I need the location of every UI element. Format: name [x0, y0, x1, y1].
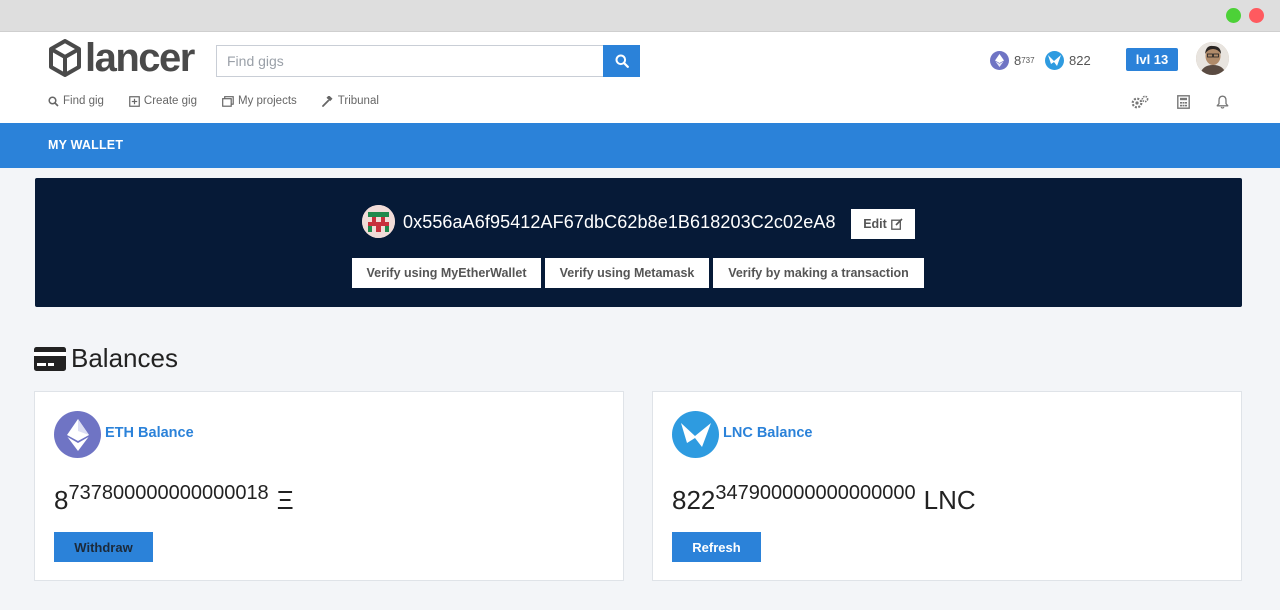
- level-badge[interactable]: lvl 13: [1126, 48, 1178, 71]
- logo-text: lancer: [85, 36, 195, 80]
- cube-logo-icon: [49, 39, 81, 77]
- app-header: lancer 8737 822 lvl 13: [0, 32, 1280, 123]
- eth-icon: [990, 51, 1009, 70]
- eth-stat-value: 8: [1014, 53, 1022, 68]
- main-nav: Find gig Create gig My projects Tribunal: [48, 95, 404, 107]
- lnc-icon: [1045, 51, 1064, 70]
- user-avatar[interactable]: [1196, 42, 1229, 75]
- search-button[interactable]: [603, 45, 640, 77]
- lnc-balance-indicator[interactable]: 822: [1045, 51, 1091, 70]
- close-window-button[interactable]: [1249, 8, 1264, 23]
- balances-title: Balances: [71, 343, 178, 373]
- nav-my-projects[interactable]: My projects: [222, 95, 297, 107]
- edit-label: Edit: [863, 217, 887, 231]
- lnc-icon: [672, 411, 719, 458]
- search-bar: [216, 45, 640, 77]
- search-input[interactable]: [216, 45, 603, 77]
- wallet-title-bar: MY WALLET: [0, 123, 1280, 168]
- lnc-card-title: LNC Balance: [723, 425, 813, 441]
- lancer-logo[interactable]: lancer: [48, 36, 195, 80]
- eth-icon: [54, 411, 101, 458]
- calculator-button[interactable]: [1174, 94, 1192, 110]
- projects-icon: [222, 95, 234, 107]
- verify-myetherwallet-button[interactable]: Verify using MyEtherWallet: [352, 258, 541, 288]
- notifications-button[interactable]: [1213, 94, 1231, 110]
- edit-icon: [890, 218, 903, 230]
- eth-balance-amount: 8737800000000000018 Ξ: [54, 482, 294, 516]
- bell-icon: [1216, 95, 1228, 109]
- lnc-amount-integer: 822: [672, 485, 716, 515]
- eth-balance-indicator[interactable]: 8 737: [990, 51, 1035, 70]
- eth-balance-card: ETH Balance 8737800000000000018 Ξ Withdra…: [34, 391, 624, 581]
- lnc-balance-amount: 822347900000000000000 LNC: [672, 482, 976, 516]
- nav-label: My projects: [237, 95, 297, 107]
- refresh-button[interactable]: Refresh: [672, 532, 761, 562]
- nav-label: Find gig: [63, 95, 104, 107]
- wallet-address-panel: 0x556aA6f95412AF67dbC62b8e1B618203C2c02e…: [35, 178, 1242, 307]
- lnc-amount-fraction: 347900000000000000: [715, 482, 916, 504]
- edit-address-button[interactable]: Edit: [851, 209, 915, 239]
- balances-heading: Balances: [34, 343, 178, 374]
- gavel-icon: [321, 95, 333, 107]
- eth-amount-fraction: 737800000000000018: [68, 482, 269, 504]
- calculator-icon: [1176, 95, 1190, 109]
- maximize-window-button[interactable]: [1226, 8, 1241, 23]
- verify-metamask-button[interactable]: Verify using Metamask: [545, 258, 709, 288]
- page-title: MY WALLET: [48, 138, 124, 152]
- verify-transaction-button[interactable]: Verify by making a transaction: [713, 258, 924, 288]
- eth-unit: Ξ: [276, 485, 294, 515]
- withdraw-button[interactable]: Withdraw: [54, 532, 153, 562]
- nav-label: Tribunal: [337, 95, 379, 107]
- settings-button[interactable]: [1131, 94, 1149, 110]
- search-icon: [48, 95, 59, 107]
- lnc-unit: LNC: [923, 485, 976, 515]
- settings-icon: [1131, 95, 1149, 109]
- lnc-balance-card: LNC Balance 822347900000000000000 LNC Ref…: [652, 391, 1242, 581]
- search-icon: [615, 54, 629, 68]
- lnc-stat-value: 822: [1069, 53, 1091, 68]
- eth-amount-integer: 8: [54, 485, 69, 515]
- nav-find-gig[interactable]: Find gig: [48, 95, 104, 107]
- eth-card-title: ETH Balance: [105, 425, 194, 441]
- window-titlebar: [0, 0, 1280, 32]
- nav-label: Create gig: [143, 95, 197, 107]
- credit-card-icon: [34, 346, 66, 371]
- wallet-address: 0x556aA6f95412AF67dbC62b8e1B618203C2c02e…: [403, 212, 836, 232]
- identicon-avatar: [362, 205, 395, 238]
- plus-square-icon: [129, 95, 140, 107]
- nav-tribunal[interactable]: Tribunal: [321, 95, 379, 107]
- nav-create-gig[interactable]: Create gig: [129, 95, 197, 107]
